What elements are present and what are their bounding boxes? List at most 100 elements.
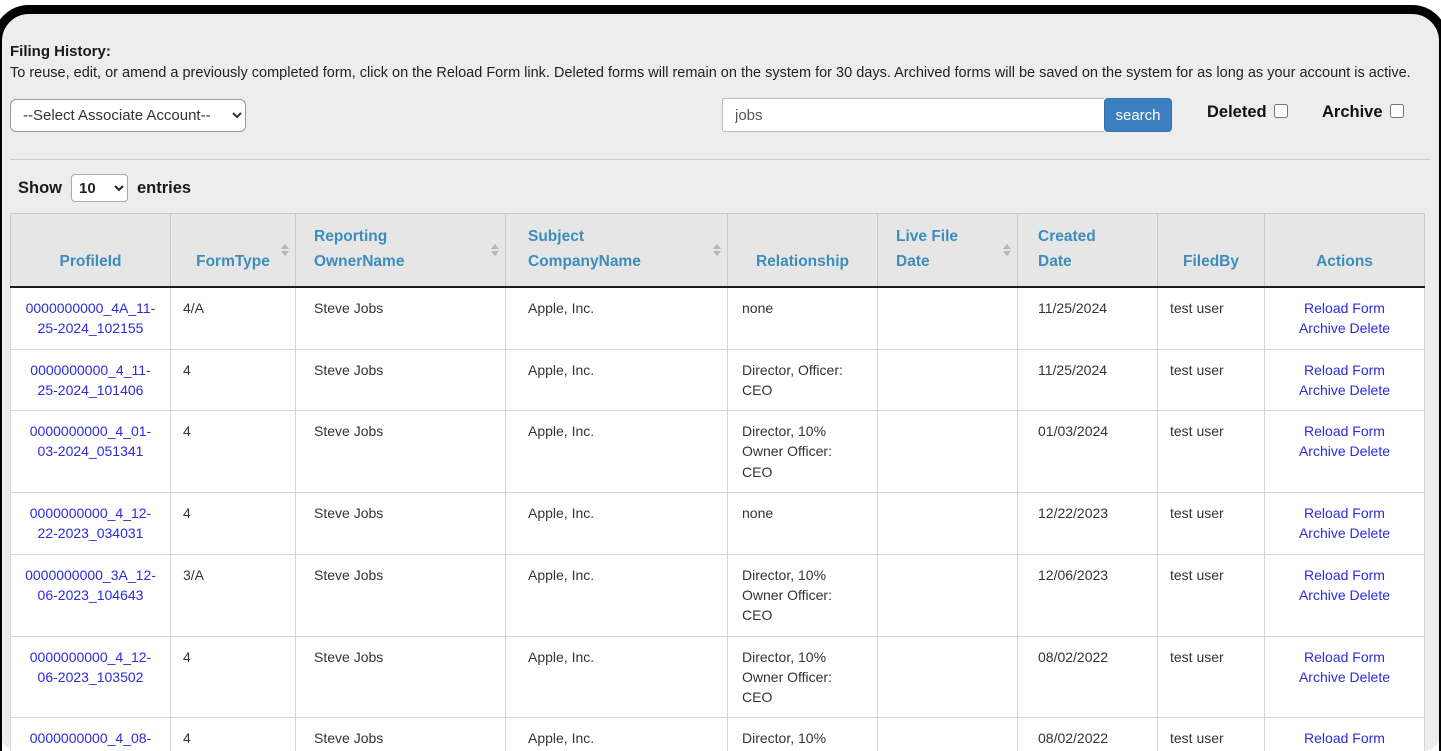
table-row: 0000000000_4_08-02-2022_033152 4Steve Job… — [11, 718, 1425, 751]
column-label: Live FileDate — [896, 228, 958, 270]
profile-link[interactable]: 0000000000_4_11-25-2024_101406 — [30, 362, 150, 398]
reload-form-link[interactable]: Reload Form — [1304, 730, 1385, 746]
cell-subject_company: Apple, Inc. — [506, 411, 728, 493]
cell-filed_by: test user — [1158, 287, 1265, 349]
deleted-checkbox[interactable] — [1274, 104, 1288, 118]
profile-link[interactable]: 0000000000_4_12-06-2023_103502 — [30, 649, 151, 685]
page-description: To reuse, edit, or amend a previously co… — [10, 65, 1431, 81]
archive-link[interactable]: Archive — [1299, 382, 1346, 398]
reload-form-link[interactable]: Reload Form — [1304, 300, 1385, 316]
column-label: FormType — [196, 253, 270, 270]
cell-created_date: 01/03/2024 — [1018, 411, 1158, 493]
delete-link[interactable]: Delete — [1350, 669, 1390, 685]
table-row: 0000000000_4_11-25-2024_1014064Steve Job… — [11, 349, 1425, 411]
cell-live_file_date — [878, 718, 1018, 751]
show-entries-control: Show 10 entries — [18, 174, 1431, 202]
sort-icon[interactable] — [1003, 244, 1011, 256]
page-background: Filing History: To reuse, edit, or amend… — [0, 13, 1441, 751]
cell-live_file_date — [878, 554, 1018, 636]
delete-link[interactable]: Delete — [1350, 525, 1390, 541]
filing-history-page: Filing History: To reuse, edit, or amend… — [0, 0, 1441, 751]
cell-relationship: Director, 10% Owner Officer: CEO — [728, 636, 878, 718]
cell-reporting_owner: Steve Jobs — [296, 287, 506, 349]
sort-icon[interactable] — [281, 244, 289, 256]
reload-form-link[interactable]: Reload Form — [1304, 362, 1385, 378]
column-header-form_type[interactable]: FormType — [171, 214, 296, 288]
cell-filed_by: test user — [1158, 718, 1265, 751]
show-label: Show — [18, 179, 62, 198]
reload-form-link[interactable]: Reload Form — [1304, 649, 1385, 665]
delete-link[interactable]: Delete — [1350, 320, 1390, 336]
cell-created_date: 08/02/2022 — [1018, 636, 1158, 718]
cell-form_type: 4 — [171, 636, 296, 718]
column-header-actions: Actions — [1265, 214, 1425, 288]
cell-profile_id: 0000000000_4_12-06-2023_103502 — [11, 636, 171, 718]
archive-link[interactable]: Archive — [1299, 669, 1346, 685]
cell-actions: Reload Form Archive Delete — [1265, 493, 1425, 555]
search-button[interactable]: search — [1104, 98, 1172, 132]
column-header-live_file_date[interactable]: Live FileDate — [878, 214, 1018, 288]
profile-link[interactable]: 0000000000_4A_11-25-2024_102155 — [26, 300, 156, 336]
reload-form-link[interactable]: Reload Form — [1304, 567, 1385, 583]
column-label: ProfileId — [59, 253, 121, 270]
profile-link[interactable]: 0000000000_4_08-02-2022_033152 — [30, 730, 151, 751]
column-label: SubjectCompanyName — [528, 228, 641, 270]
delete-link[interactable]: Delete — [1350, 382, 1390, 398]
column-header-subject_company[interactable]: SubjectCompanyName — [506, 214, 728, 288]
entries-label: entries — [137, 179, 191, 198]
column-label: Relationship — [756, 253, 849, 270]
cell-actions: Reload Form Archive Delete — [1265, 349, 1425, 411]
column-label: FiledBy — [1183, 253, 1239, 270]
cell-actions: Reload Form Archive Delete — [1265, 411, 1425, 493]
cell-profile_id: 0000000000_3A_12-06-2023_104643 — [11, 554, 171, 636]
cell-live_file_date — [878, 287, 1018, 349]
cell-profile_id: 0000000000_4A_11-25-2024_102155 — [11, 287, 171, 349]
cell-reporting_owner: Steve Jobs — [296, 718, 506, 751]
delete-link[interactable]: Delete — [1350, 443, 1390, 459]
cell-form_type: 4 — [171, 349, 296, 411]
cell-actions: Reload Form Archive Delete — [1265, 718, 1425, 751]
column-header-reporting_owner[interactable]: ReportingOwnerName — [296, 214, 506, 288]
archive-link[interactable]: Archive — [1299, 320, 1346, 336]
table-row: 0000000000_4A_11-25-2024_1021554/ASteve … — [11, 287, 1425, 349]
profile-link[interactable]: 0000000000_4_01-03-2024_051341 — [30, 423, 151, 459]
cell-form_type: 4 — [171, 411, 296, 493]
search-input[interactable] — [722, 98, 1104, 132]
sort-icon[interactable] — [713, 244, 721, 256]
cell-live_file_date — [878, 411, 1018, 493]
archive-checkbox[interactable] — [1390, 104, 1404, 118]
cell-profile_id: 0000000000_4_12-22-2023_034031 — [11, 493, 171, 555]
cell-filed_by: test user — [1158, 493, 1265, 555]
profile-link[interactable]: 0000000000_3A_12-06-2023_104643 — [25, 567, 156, 603]
delete-link[interactable]: Delete — [1350, 587, 1390, 603]
reload-form-link[interactable]: Reload Form — [1304, 423, 1385, 439]
sort-icon[interactable] — [491, 244, 499, 256]
column-header-profile_id: ProfileId — [11, 214, 171, 288]
cell-created_date: 11/25/2024 — [1018, 287, 1158, 349]
archive-link[interactable]: Archive — [1299, 525, 1346, 541]
cell-relationship: Director, Officer: CEO — [728, 349, 878, 411]
column-header-filed_by: FiledBy — [1158, 214, 1265, 288]
cell-profile_id: 0000000000_4_01-03-2024_051341 — [11, 411, 171, 493]
archive-link[interactable]: Archive — [1299, 443, 1346, 459]
cell-live_file_date — [878, 493, 1018, 555]
column-label: Actions — [1316, 253, 1373, 270]
cell-profile_id: 0000000000_4_08-02-2022_033152 — [11, 718, 171, 751]
archive-link[interactable]: Archive — [1299, 587, 1346, 603]
cell-reporting_owner: Steve Jobs — [296, 554, 506, 636]
cell-relationship: Director, 10% Owner Officer: CEO — [728, 554, 878, 636]
cell-relationship: none — [728, 287, 878, 349]
deleted-filter: Deleted — [1207, 101, 1291, 122]
page-size-select[interactable]: 10 — [71, 174, 128, 202]
profile-link[interactable]: 0000000000_4_12-22-2023_034031 — [30, 505, 151, 541]
cell-filed_by: test user — [1158, 349, 1265, 411]
associate-account-select[interactable]: --Select Associate Account-- — [10, 99, 246, 132]
column-header-created_date: CreatedDate — [1018, 214, 1158, 288]
cell-filed_by: test user — [1158, 636, 1265, 718]
cell-filed_by: test user — [1158, 411, 1265, 493]
column-label: ReportingOwnerName — [314, 228, 404, 270]
cell-created_date: 11/25/2024 — [1018, 349, 1158, 411]
cell-form_type: 3/A — [171, 554, 296, 636]
reload-form-link[interactable]: Reload Form — [1304, 505, 1385, 521]
cell-form_type: 4 — [171, 718, 296, 751]
